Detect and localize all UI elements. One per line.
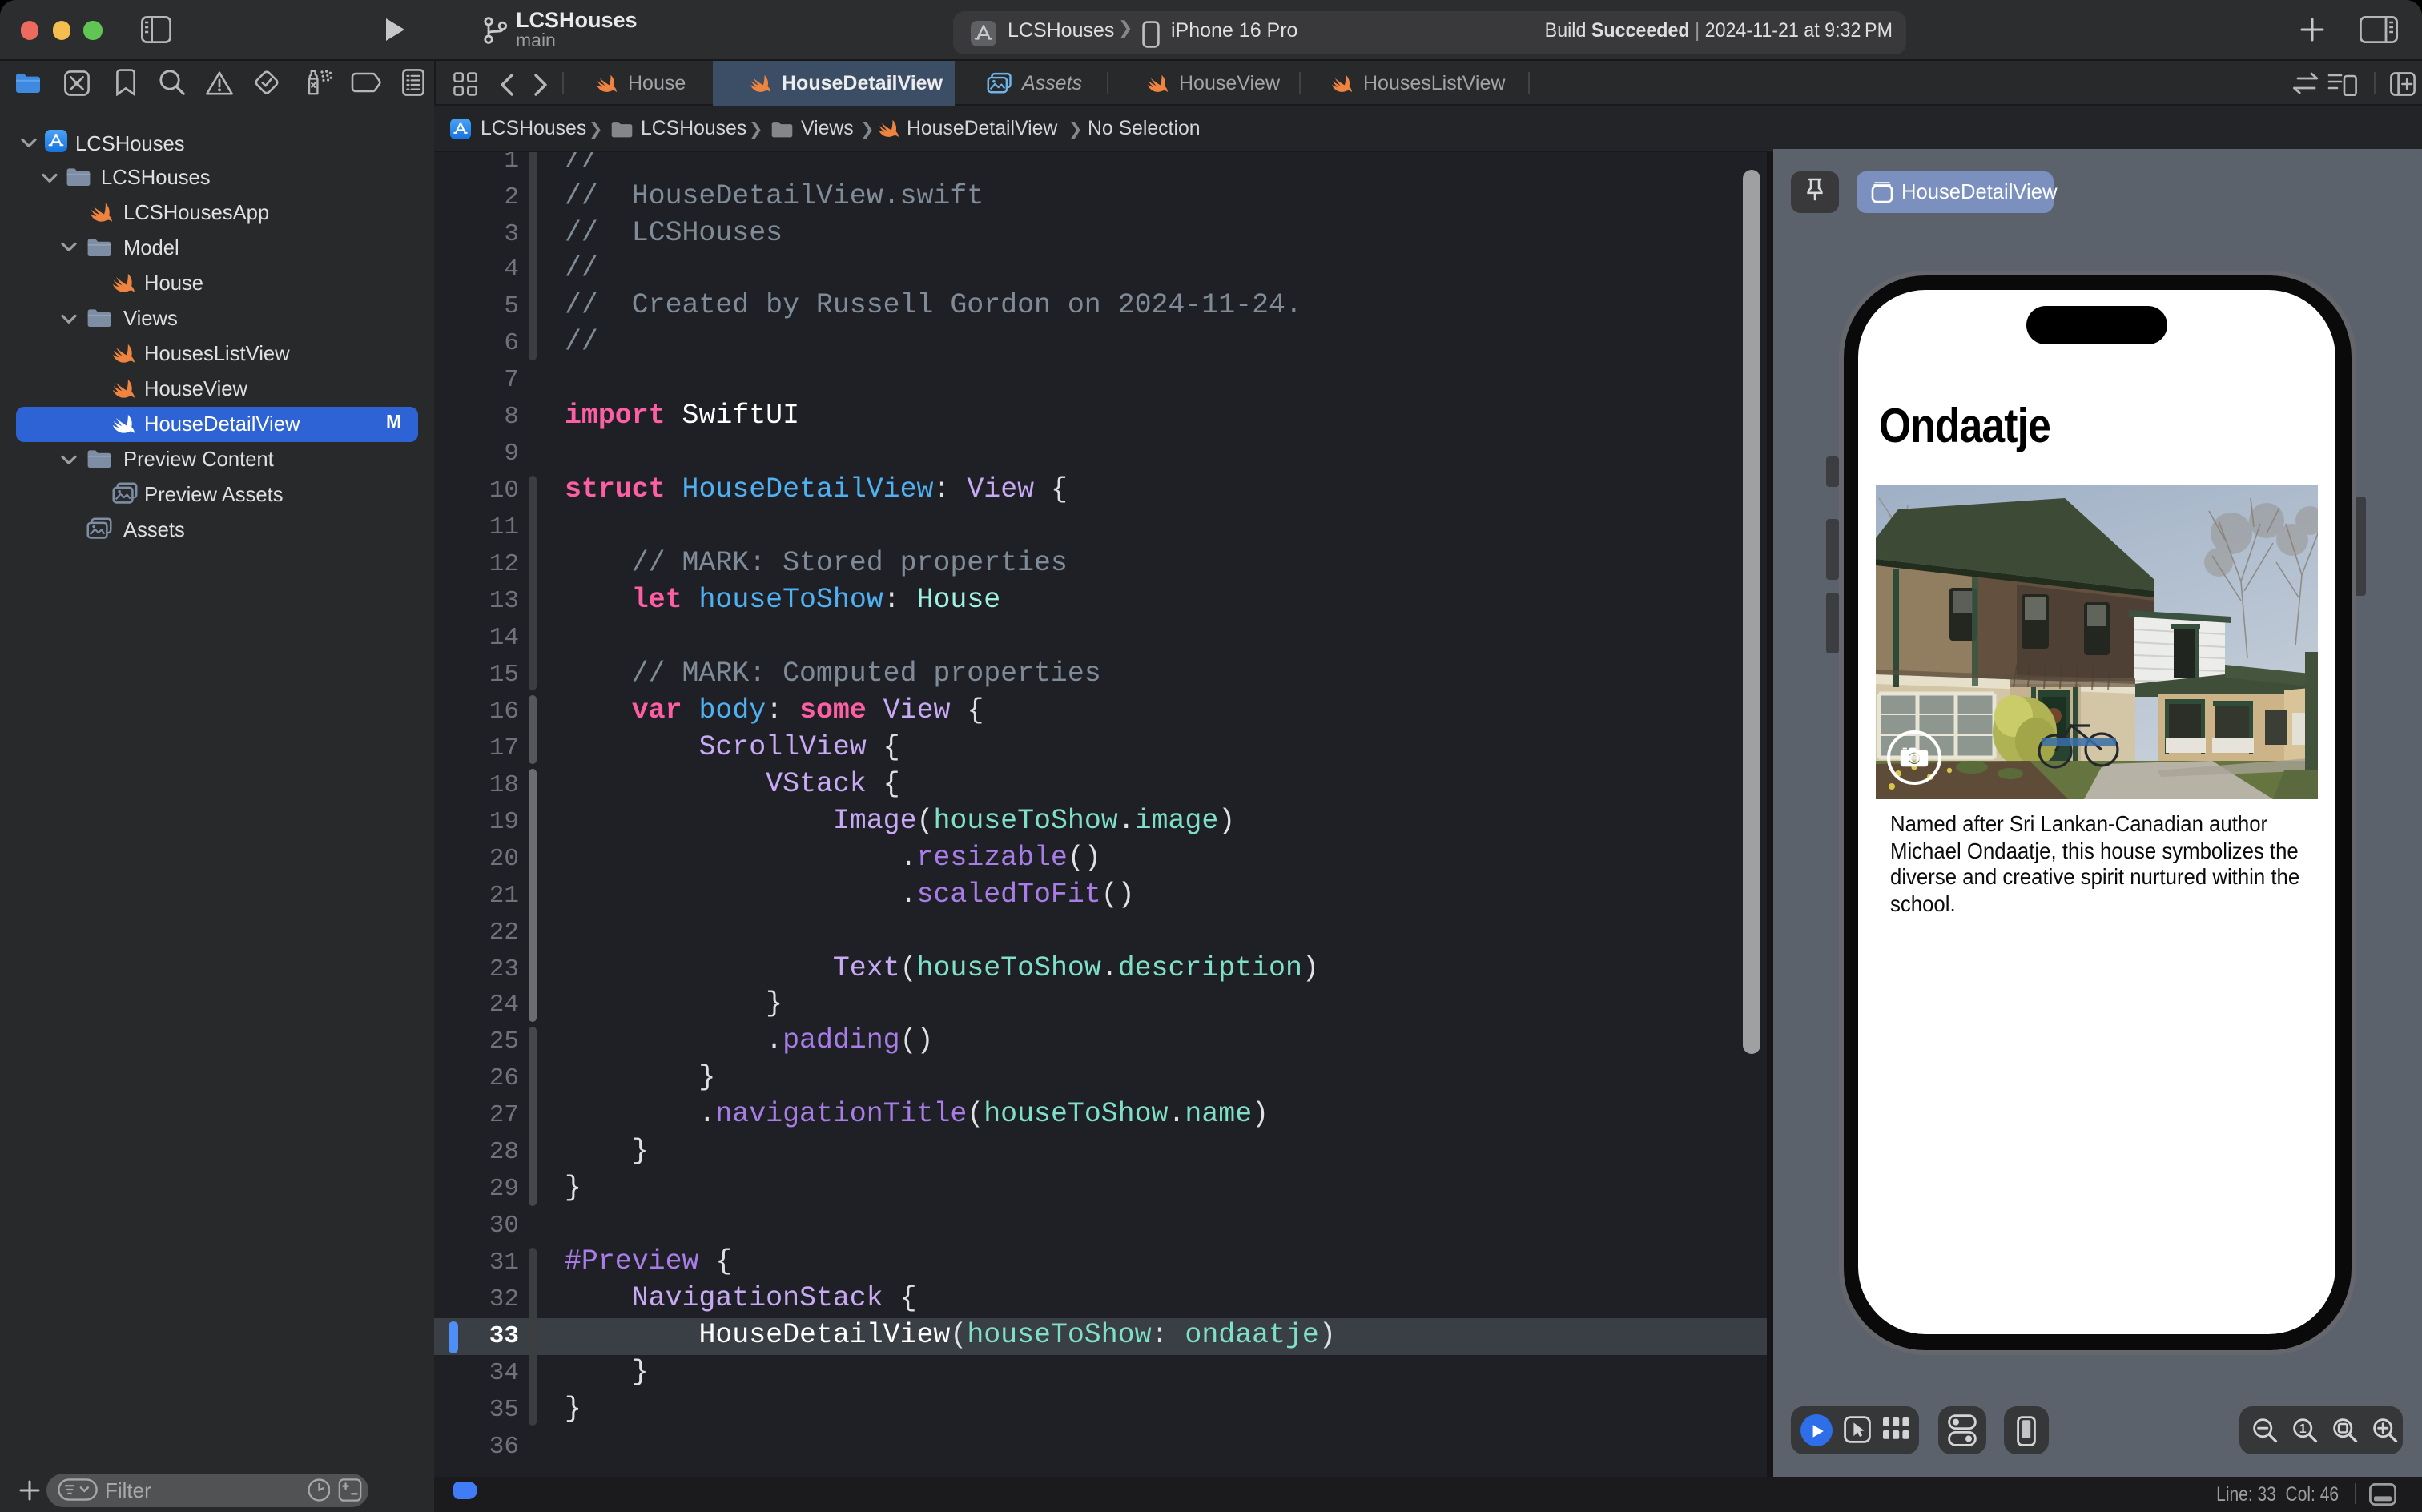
svg-text:1: 1 bbox=[2299, 1422, 2307, 1436]
